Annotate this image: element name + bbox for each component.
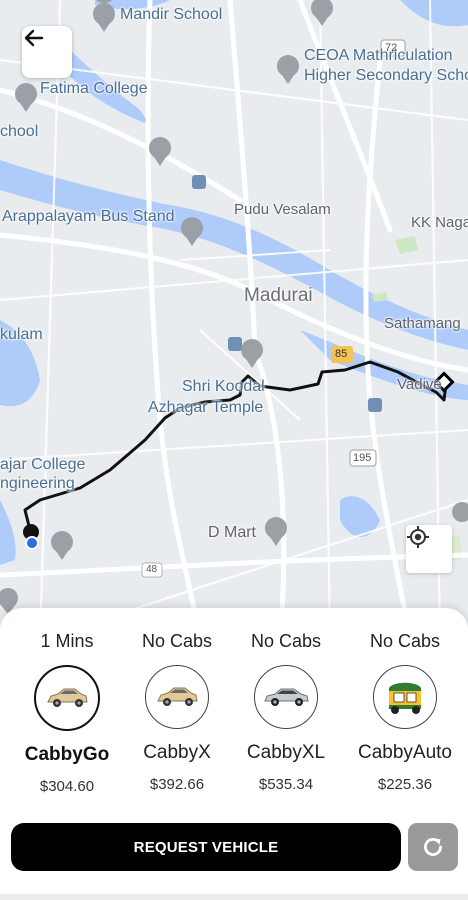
- map-label-d-mart: D Mart: [208, 524, 256, 541]
- map-label-temple-line2: Azhagar Temple: [148, 399, 264, 416]
- refresh-button[interactable]: [408, 823, 458, 871]
- map-label-kk-nagar: KK Naga: [411, 214, 468, 231]
- vehicle-price: $535.34: [258, 776, 314, 793]
- vehicle-option-cabbyx[interactable]: No Cabs CabbyX $392.66: [122, 630, 232, 793]
- vehicle-options: 1 Mins CabbyGo $304.60 No Cabs CabbyX $3…: [0, 630, 468, 810]
- map-label-fatima-college: Fatima College: [40, 80, 148, 97]
- map-label-ceoa-line1: CEOA Mathriculation: [304, 47, 453, 64]
- road-shield-72: 72: [385, 42, 398, 54]
- vehicle-selection-sheet: 1 Mins CabbyGo $304.60 No Cabs CabbyX $3…: [0, 608, 468, 900]
- map-label-sathamangalam: Sathamang: [384, 315, 461, 332]
- map-label-pudu-vesalam: Pudu Vesalam: [234, 201, 331, 218]
- map-label-madurai: Madurai: [244, 285, 313, 306]
- vehicle-name: CabbyX: [143, 742, 211, 763]
- map-label-kulam: kulam: [0, 326, 43, 343]
- vehicle-option-cabbygo[interactable]: 1 Mins CabbyGo $304.60: [12, 630, 122, 795]
- vehicle-eta: No Cabs: [141, 631, 213, 651]
- vehicle-price: $304.60: [39, 778, 95, 795]
- vehicle-name: CabbyGo: [24, 744, 110, 765]
- vehicle-eta: No Cabs: [369, 631, 441, 651]
- map-label-school-left: chool: [0, 123, 39, 140]
- map-label-college-line1: ajar College: [0, 456, 86, 473]
- refresh-icon: [424, 838, 442, 856]
- vehicle-price: $392.66: [149, 776, 205, 793]
- map-label-vadipatti: Vadive: [397, 376, 442, 393]
- vehicle-price: $225.36: [377, 776, 433, 793]
- request-vehicle-button[interactable]: REQUEST VEHICLE: [11, 823, 401, 871]
- vehicle-image: [373, 665, 437, 729]
- map-view[interactable]: Mandir School CEOA Mathriculation Higher…: [0, 0, 468, 640]
- map-label-temple-line1: Shri Koodal: [182, 378, 265, 395]
- map-label-college-line2: ngineering: [0, 475, 75, 492]
- bottom-edge: [0, 894, 468, 900]
- back-button[interactable]: [22, 26, 72, 78]
- vehicle-image: [254, 665, 318, 729]
- vehicle-name: CabbyAuto: [357, 742, 452, 763]
- auto-rickshaw-icon: [389, 682, 421, 714]
- vehicle-option-cabbyxl[interactable]: No Cabs CabbyXL $535.34: [231, 630, 341, 793]
- road-shield-195: 195: [353, 452, 372, 464]
- vehicle-eta: 1 Mins: [40, 631, 94, 651]
- vehicle-eta: No Cabs: [250, 631, 322, 651]
- arrow-left-icon: [24, 29, 44, 47]
- map-label-ceoa-line2: Higher Secondary Scho: [304, 67, 468, 84]
- vehicle-image: [145, 665, 209, 729]
- vehicle-image: [34, 665, 100, 731]
- vehicle-option-cabbyauto[interactable]: No Cabs CabbyAuto $225.36: [350, 630, 460, 793]
- road-shield-48: 48: [146, 564, 158, 575]
- beige-sedan-icon: [47, 688, 88, 707]
- vehicle-name: CabbyXL: [246, 742, 326, 763]
- silver-sedan-icon: [264, 688, 309, 706]
- road-shield-85: 85: [335, 348, 348, 360]
- my-location-button[interactable]: [406, 525, 452, 573]
- my-location-icon: [407, 526, 429, 548]
- map-label-bus-stand: Arappalayam Bus Stand: [2, 208, 175, 225]
- beige-sedan-icon: [157, 687, 198, 706]
- map-label-mandir-school: Mandir School: [120, 6, 223, 23]
